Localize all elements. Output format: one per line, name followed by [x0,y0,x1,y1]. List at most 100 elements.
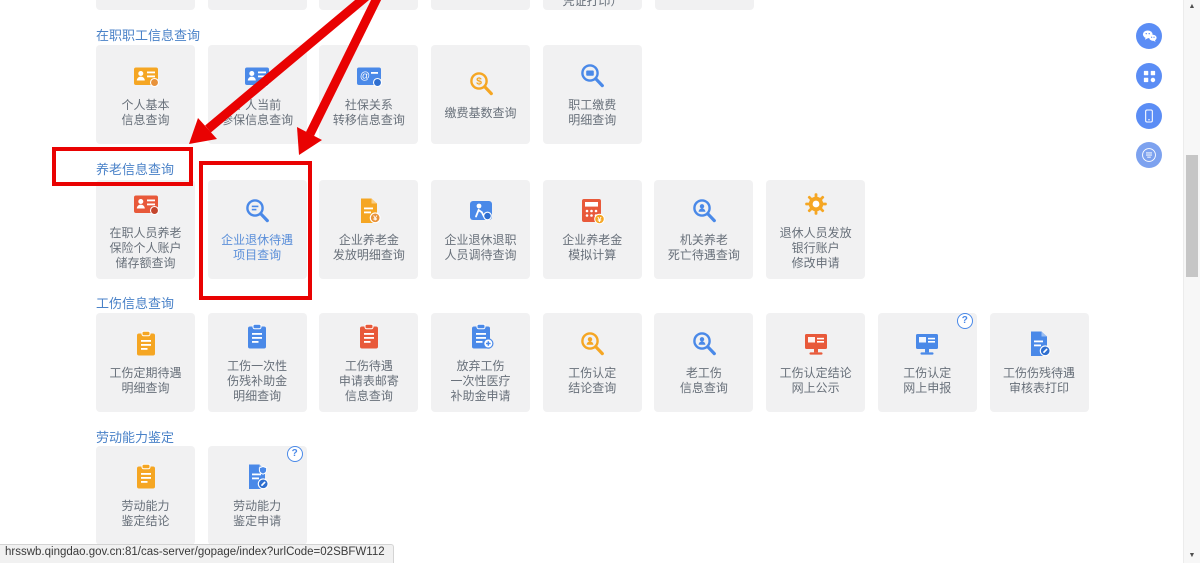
label-line: 工伤待遇 [339,359,399,374]
service-card-label: 退休人员发放银行账户修改申请 [780,226,852,271]
label-line: 鉴定申请 [233,514,281,529]
status-bar-url: hrsswb.qingdao.gov.cn:81/cas-server/gopa… [0,544,394,563]
label-line: 工伤一次性 [227,359,287,374]
section-title: 工伤信息查询 [96,293,174,312]
service-card[interactable]: 工伤待遇申请表邮寄信息查询 [319,313,418,412]
wechat-button[interactable] [1136,23,1162,49]
section-card-row: 个人基本信息查询个人当前参保信息查询 @ 社保关系转移信息查询 $ 缴费基数查询 职工缴费… [96,45,642,144]
scrollbar-up-arrow[interactable]: ▲ [1184,0,1200,14]
service-card-label: 机关养老死亡待遇查询 [668,233,740,263]
label-line: 模拟计算 [562,248,622,263]
label-line: 缴费基数查询 [445,106,517,121]
annotation-box-retirement-benefits-card [199,161,312,300]
service-card[interactable]: 机关养老死亡待遇查询 [654,180,753,279]
mag-money-icon: $ [466,69,496,99]
official-seal-button[interactable] [1136,142,1162,168]
service-card[interactable]: 老工伤信息查询 [654,313,753,412]
scrollbar-thumb[interactable] [1186,155,1198,277]
service-card[interactable]: 工伤认定结论查询 [543,313,642,412]
label-line: 一次性医疗 [451,374,511,389]
service-card-label: 缴费基数查询 [445,106,517,121]
partial-service-card[interactable] [96,0,195,10]
service-card[interactable]: 企业退休退职人员调待查询 [431,180,530,279]
service-card[interactable]: 工伤认定结论网上公示 [766,313,865,412]
mobile-phone-icon [1141,108,1157,124]
section-card-row: 工伤定期待遇明细查询工伤一次性伤残补助金明细查询工伤待遇申请表邮寄信息查询放弃工… [96,313,1089,412]
service-card-label: 企业养老金发放明细查询 [333,233,405,263]
label-line: 劳动能力 [121,499,169,514]
mag-person-icon [689,196,719,226]
label-line: 企业退休退职 [445,233,517,248]
service-card[interactable]: 个人基本信息查询 [96,45,195,144]
id-card-icon [131,61,161,91]
label-line: 社保关系 [333,98,405,113]
label-line: 工伤认定 [903,366,951,381]
help-badge[interactable]: ? [287,446,303,462]
label-line: 个人当前 [221,98,293,113]
svg-text:$: $ [476,75,482,87]
label-line: 职工缴费 [568,98,616,113]
monitor-icon [912,329,942,359]
service-card[interactable]: 工伤伤残待遇审核表打印 [990,313,1089,412]
help-badge[interactable]: ? [957,313,973,329]
label-line: 老工伤 [680,366,728,381]
mobile-app-button[interactable] [1136,103,1162,129]
service-card-label: 放弃工伤一次性医疗补助金申请 [451,359,511,404]
service-card[interactable]: $ 缴费基数查询 [431,45,530,144]
service-card-label: 企业养老金模拟计算 [562,233,622,263]
label-line: 死亡待遇查询 [668,248,740,263]
service-card-label: 工伤定期待遇明细查询 [109,366,181,396]
label-line: 工伤伤残待遇 [1003,366,1075,381]
label-line: 个人基本 [121,98,169,113]
service-card[interactable]: 在职人员养老保险个人账户储存额查询 [96,180,195,279]
monitor-icon [801,329,831,359]
service-card-label: 在职人员养老保险个人账户储存额查询 [109,226,181,271]
service-card[interactable]: ¥ 企业养老金发放明细查询 [319,180,418,279]
label-line: 网上申报 [903,381,951,396]
scrollbar-down-arrow[interactable]: ▼ [1184,549,1200,563]
service-card[interactable]: 个人当前参保信息查询 [208,45,307,144]
card-at-icon: @ [354,61,384,91]
label-line: 明细查询 [568,113,616,128]
svg-text:@: @ [360,71,370,82]
vertical-scrollbar: ▲ ▼ [1183,0,1200,563]
service-card-label: 工伤认定结论查询 [568,366,616,396]
mag-card-icon [577,61,607,91]
label-line: 申请表邮寄 [339,374,399,389]
service-card-label: 个人当前参保信息查询 [221,98,293,128]
clipboard-plus-icon [466,322,496,352]
service-card[interactable]: ¥企业养老金模拟计算 [543,180,642,279]
service-card[interactable]: 放弃工伤一次性医疗补助金申请 [431,313,530,412]
service-card[interactable]: 职工缴费明细查询 [543,45,642,144]
label-line: 鉴定结论 [121,514,169,529]
service-card[interactable]: 劳动能力鉴定申请? [208,446,307,545]
service-card[interactable]: 工伤一次性伤残补助金明细查询 [208,313,307,412]
label-line: 信息查询 [680,381,728,396]
service-card[interactable]: 退休人员发放银行账户修改申请 [766,180,865,279]
partial-card-label: 凭证打印） [543,0,642,8]
service-card[interactable]: 劳动能力鉴定结论 [96,446,195,545]
service-card-label: 老工伤信息查询 [680,366,728,396]
partial-service-card[interactable] [208,0,307,10]
partial-service-card[interactable]: 凭证打印） [543,0,642,10]
label-line: 审核表打印 [1003,381,1075,396]
partial-service-card[interactable] [319,0,418,10]
qr-group-button[interactable] [1136,63,1162,89]
partial-service-card[interactable] [655,0,754,10]
doc-money-icon: ¥ [354,196,384,226]
label-line: 信息查询 [339,389,399,404]
service-card[interactable]: 工伤定期待遇明细查询 [96,313,195,412]
clipboard-icon [131,462,161,492]
doc-edit-icon [1024,329,1054,359]
label-line: 伤残补助金 [227,374,287,389]
label-line: 保险个人账户 [109,241,181,256]
service-card-label: 社保关系转移信息查询 [333,98,405,128]
partial-service-card[interactable] [431,0,530,10]
service-card[interactable]: @ 社保关系转移信息查询 [319,45,418,144]
section-card-row: 劳动能力鉴定结论劳动能力鉴定申请? [96,446,307,545]
service-card-label: 企业退休退职人员调待查询 [445,233,517,263]
mag-person-icon [577,329,607,359]
label-line: 明细查询 [227,389,287,404]
label-line: 退休人员发放 [780,226,852,241]
service-card[interactable]: 工伤认定网上申报? [878,313,977,412]
